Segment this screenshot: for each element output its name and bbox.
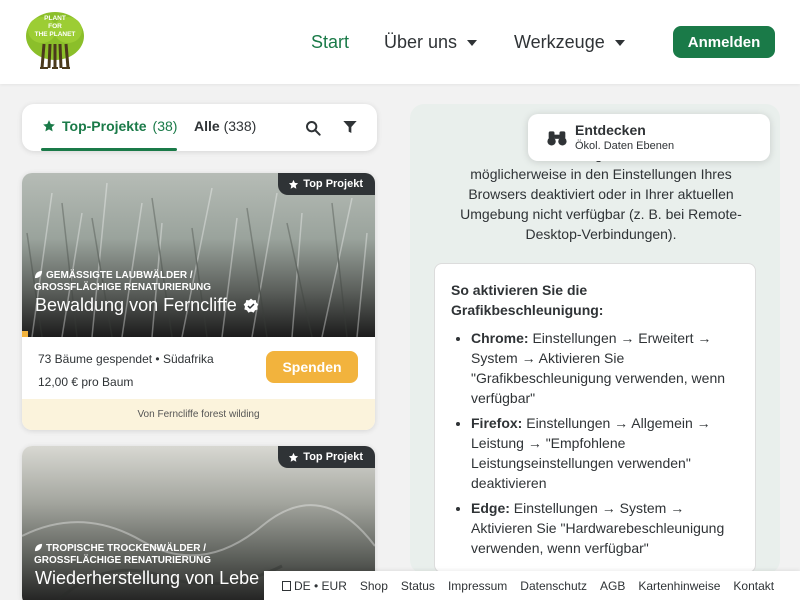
star-icon: [43, 120, 55, 132]
footer-links-bar: DE • EUR Shop Status Impressum Datenschu…: [264, 571, 800, 600]
trees-donated: 73 Bäume gespendet • Südafrika: [38, 352, 214, 366]
graphics-acceleration-help: So aktivieren Sie die Grafikbeschleunigu…: [434, 263, 756, 573]
category-line-1: Gemässigte Laubwälder /: [46, 270, 193, 281]
tab-top-projects[interactable]: Top-Projekte (38): [42, 118, 177, 134]
svg-text:THE PLANET: THE PLANET: [35, 31, 76, 38]
nav-tools-label: Werkzeuge: [514, 32, 605, 52]
project-category: Tropische Trockenwälder / Grossflächige …: [34, 543, 294, 567]
explore-title: Entdecken: [575, 122, 646, 138]
star-icon: [289, 179, 299, 189]
nav-about-us[interactable]: Über uns: [384, 32, 478, 53]
caret-down-icon: [614, 39, 625, 46]
verified-icon: [243, 298, 259, 313]
project-info: 73 Bäume gespendet • Südafrika 12,00 € p…: [38, 348, 214, 394]
nav-start[interactable]: Start: [311, 32, 349, 53]
accent-strip: [22, 331, 28, 337]
search-icon[interactable]: [305, 120, 321, 136]
top-project-badge: Top Projekt: [278, 446, 375, 468]
price-per-tree: 12,00 € pro Baum: [38, 375, 134, 389]
category-line-2: Grossflächige Renaturierung: [34, 282, 212, 293]
project-title-text: Wiederherstellung von Lebe: [35, 568, 260, 588]
category-line-2: Grossflächige Renaturierung: [34, 555, 212, 566]
footer-link-imprint[interactable]: Impressum: [448, 579, 507, 593]
help-item-edge: Edge: Einstellungen → System → Aktiviere…: [471, 498, 739, 558]
map-message-line: Browsers deaktiviert oder in Ihrer aktue…: [468, 186, 734, 202]
footer-link-privacy[interactable]: Datenschutz: [520, 579, 587, 593]
star-icon: [289, 452, 299, 462]
explore-layers-button[interactable]: Entdecken Ökol. Daten Ebenen: [528, 114, 770, 161]
donate-button[interactable]: Spenden: [266, 351, 358, 383]
browser-name: Firefox:: [471, 415, 523, 431]
footer-link-shop[interactable]: Shop: [360, 579, 388, 593]
project-tabs: Top-Projekte (38) Alle (338): [22, 104, 377, 151]
tab-all-projects[interactable]: Alle (338): [194, 118, 256, 134]
leaf-icon: [34, 543, 43, 552]
nav-about-us-label: Über uns: [384, 32, 458, 52]
filter-icon[interactable]: [342, 119, 358, 135]
tab-top-projects-label: Top-Projekte: [62, 118, 147, 134]
project-title-text: Bewaldung von Ferncliffe: [35, 295, 237, 315]
nav-tools[interactable]: Werkzeuge: [514, 32, 625, 53]
tab-top-projects-count: (38): [152, 118, 178, 134]
language-currency-label: DE • EUR: [294, 578, 347, 593]
login-button[interactable]: Anmelden: [673, 26, 775, 58]
project-title[interactable]: Wiederherstellung von Lebe: [35, 568, 259, 589]
site-header: PLANT FOR THE PLANET Start Über uns Werk…: [0, 0, 800, 84]
map-message-line: möglicherweise in den Einstellungen Ihre…: [470, 166, 732, 182]
caret-down-icon: [467, 39, 478, 46]
tab-all-count: (338): [223, 118, 257, 134]
footer-link-terms[interactable]: AGB: [600, 579, 625, 593]
footer-link-contact[interactable]: Kontakt: [733, 579, 774, 593]
language-currency-selector[interactable]: DE • EUR: [282, 579, 347, 593]
help-title: So aktivieren Sie die Grafikbeschleunigu…: [451, 282, 604, 318]
svg-text:FOR: FOR: [48, 23, 62, 30]
browser-name: Chrome:: [471, 330, 529, 346]
help-item-firefox: Firefox: Einstellungen → Allgemein → Lei…: [471, 413, 739, 493]
help-item-chrome: Chrome: Einstellungen → Erweitert → Syst…: [471, 328, 739, 408]
project-footer[interactable]: Von Ferncliffe forest wilding: [22, 399, 375, 430]
project-category: Gemässigte Laubwälder / Grossflächige Re…: [34, 270, 294, 294]
project-title[interactable]: Bewaldung von Ferncliffe: [35, 295, 259, 316]
project-card[interactable]: Top Projekt Gemässigte Laubwälder / Gros…: [22, 173, 375, 430]
tab-all-label: Alle: [194, 118, 220, 134]
plant-for-the-planet-logo[interactable]: PLANT FOR THE PLANET: [24, 10, 86, 70]
active-tab-indicator: [41, 148, 177, 151]
top-project-badge-label: Top Projekt: [303, 178, 363, 190]
leaf-icon: [34, 270, 43, 279]
svg-text:PLANT: PLANT: [44, 15, 66, 22]
top-project-badge-label: Top Projekt: [303, 451, 363, 463]
footer-link-map-notes[interactable]: Kartenhinweise: [638, 579, 720, 593]
footer-link-status[interactable]: Status: [401, 579, 435, 593]
category-line-1: Tropische Trockenwälder /: [46, 543, 206, 554]
binoculars-icon: [547, 131, 567, 146]
map-message-line: Desktop-Verbindungen).: [525, 226, 677, 242]
top-project-badge: Top Projekt: [278, 173, 375, 195]
map-message-line: Umgebung nicht verfügbar (z. B. bei Remo…: [460, 206, 742, 222]
help-list: Chrome: Einstellungen → Erweitert → Syst…: [451, 328, 739, 558]
globe-icon: [282, 580, 291, 591]
explore-subtitle: Ökol. Daten Ebenen: [575, 140, 675, 152]
browser-name: Edge:: [471, 500, 510, 516]
